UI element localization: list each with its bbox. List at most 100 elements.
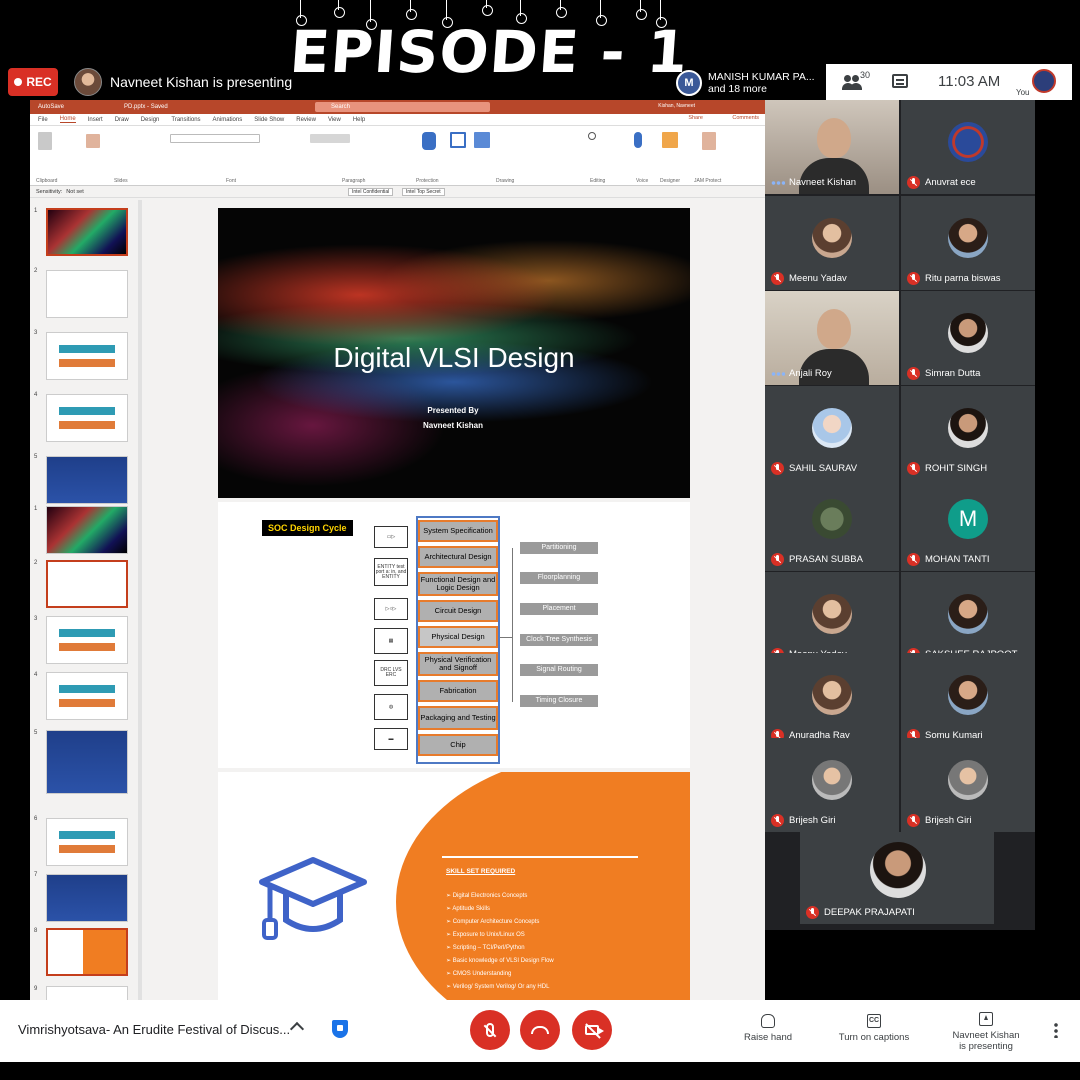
paragraph-icon[interactable] <box>310 134 350 143</box>
rec-label: REC <box>26 75 52 89</box>
ppt-tab[interactable]: View <box>328 117 341 123</box>
chip-package-icon: ▬ <box>374 728 408 750</box>
sensitivity-value[interactable]: Not set <box>66 189 83 195</box>
thumb-number: 5 <box>34 454 38 460</box>
raise-hand-button[interactable]: Raise hand <box>736 1014 800 1043</box>
paste-icon[interactable] <box>38 132 52 150</box>
people-icon[interactable] <box>842 73 862 91</box>
shapes-icon[interactable] <box>450 132 466 148</box>
self-avatar[interactable] <box>1032 69 1056 93</box>
participant-tile[interactable]: DEEPAK PRAJAPATI <box>800 832 994 924</box>
participant-tile[interactable]: Simran Dutta <box>901 291 1035 385</box>
slide-thumbnail[interactable] <box>46 208 128 256</box>
slide-thumbnail[interactable] <box>46 270 128 318</box>
ribbon-group-label: Clipboard <box>36 178 58 184</box>
thumbnail-scrollbar[interactable] <box>138 200 142 1000</box>
sensitivity-tag[interactable]: Intel Confidential <box>348 187 394 196</box>
slide-thumbnail[interactable] <box>46 456 128 504</box>
ppt-tab[interactable]: Review <box>296 117 316 123</box>
more-options-icon[interactable] <box>1054 1022 1058 1038</box>
participant-tile[interactable]: ROHIT SINGH <box>901 386 1035 480</box>
layout-icon: ▦ <box>374 628 408 654</box>
graduation-cap-icon <box>259 857 367 940</box>
slide-thumbnail[interactable] <box>46 818 128 866</box>
slide-thumbnail[interactable] <box>46 560 128 608</box>
captions-button[interactable]: CC Turn on captions <box>832 1014 916 1043</box>
participant-tile[interactable]: SAHIL SAURAV <box>765 386 899 480</box>
participant-tile[interactable]: Brijesh Giri <box>901 738 1035 832</box>
ppt-tab[interactable]: Animations <box>213 117 243 123</box>
ppt-tab-home[interactable]: Home <box>59 116 76 123</box>
participant-tile[interactable]: PRASAN SUBBA <box>765 477 899 571</box>
participant-avatar: M <box>948 499 988 539</box>
slide-thumbnail[interactable] <box>46 874 128 922</box>
protect-presentation-icon[interactable] <box>702 132 716 150</box>
soc-step: Physical Design <box>418 626 498 648</box>
participant-tile[interactable]: Anjali Roy <box>765 291 899 385</box>
participant-tile[interactable]: Brijesh Giri <box>765 738 899 832</box>
participant-tile[interactable]: Anuradha Ray <box>765 653 899 747</box>
slide-soc-design-cycle: SOC Design Cycle System Specification Ar… <box>218 502 690 768</box>
ppt-comments-button[interactable]: Comments <box>732 115 759 121</box>
thumb-number: 2 <box>34 268 38 274</box>
recording-indicator[interactable]: REC <box>8 68 58 96</box>
ppt-tab[interactable]: Slide Show <box>254 117 284 123</box>
new-slide-icon[interactable] <box>86 134 100 148</box>
present-now-button[interactable]: Navneet Kishan is presenting <box>944 1012 1028 1052</box>
participant-tile[interactable]: Meenu Yadav <box>765 572 899 666</box>
slide-thumbnail[interactable] <box>46 928 128 976</box>
camera-toggle-button[interactable] <box>572 1010 612 1050</box>
participant-avatar <box>948 122 988 162</box>
soc-step: Packaging and Testing <box>418 706 498 730</box>
participant-tile[interactable]: Anuvrat ece <box>901 100 1035 194</box>
participant-avatar <box>948 594 988 634</box>
meeting-title[interactable]: Vimrishyotsava- An Erudite Festival of D… <box>18 1022 290 1037</box>
participant-tile[interactable]: Navneet Kishan <box>765 100 899 194</box>
sensitivity-tag[interactable]: Intel Top Secret <box>402 187 445 196</box>
autosave-label[interactable]: AutoSave <box>38 104 64 110</box>
mic-off-icon <box>907 814 920 827</box>
chevron-up-icon[interactable] <box>289 1021 305 1037</box>
font-box-icon[interactable] <box>170 134 260 143</box>
participant-tile[interactable]: SAKSHEE RAJPOOT <box>901 572 1035 666</box>
ppt-tab[interactable]: Design <box>141 117 160 123</box>
participant-tile[interactable]: Ritu parna biswas <box>901 196 1035 290</box>
ribbon-group-label: Protection <box>416 178 439 184</box>
dictate-icon[interactable] <box>634 132 642 148</box>
participant-tile[interactable]: Meenu Yadav <box>765 196 899 290</box>
spec-diagram-icon: ▭▷ <box>374 526 408 548</box>
leave-call-button[interactable] <box>520 1010 560 1050</box>
participant-name: Anuvrat ece <box>925 177 976 188</box>
soc-step: Physical Verification and Signoff <box>418 652 498 676</box>
skill-heading: SKILL SET REQUIRED <box>446 868 516 875</box>
meet-controls-bar: Vimrishyotsava- An Erudite Festival of D… <box>0 1000 1080 1062</box>
arrange-icon[interactable] <box>474 132 490 148</box>
meeting-details-bar: 30 11:03 AM You <box>826 64 1072 100</box>
find-icon[interactable] <box>588 132 596 140</box>
participant-tile[interactable]: Somu Kumari <box>901 653 1035 747</box>
slide-thumbnail[interactable] <box>46 394 128 442</box>
host-controls-shield-icon[interactable] <box>332 1020 348 1038</box>
thumb-number: 4 <box>34 672 38 678</box>
slide-thumbnail[interactable] <box>46 506 128 554</box>
slide-thumbnail[interactable] <box>46 672 128 720</box>
ppt-tab[interactable]: File <box>38 117 48 123</box>
slide-thumbnail[interactable] <box>46 986 128 1000</box>
slide-thumbnail[interactable] <box>46 730 128 794</box>
physical-step: Placement <box>520 603 598 615</box>
ppt-share-button[interactable]: Share <box>688 115 703 121</box>
participants-chip[interactable]: M MANISH KUMAR PA... and 18 more <box>676 66 826 100</box>
ppt-tab[interactable]: Transitions <box>171 117 200 123</box>
chat-icon[interactable] <box>892 74 908 88</box>
mic-toggle-button[interactable] <box>470 1010 510 1050</box>
ppt-search-box[interactable]: Search <box>315 102 490 112</box>
code-snippet-icon: ENTITY test port a: in, and ENTITY <box>374 558 408 586</box>
slide-thumbnail[interactable] <box>46 332 128 380</box>
design-ideas-icon[interactable] <box>662 132 678 148</box>
slide-thumbnail[interactable] <box>46 616 128 664</box>
ppt-tab[interactable]: Insert <box>88 117 103 123</box>
protect-icon[interactable] <box>422 132 436 150</box>
ppt-tab[interactable]: Help <box>353 117 365 123</box>
ppt-tab[interactable]: Draw <box>115 117 129 123</box>
participant-tile[interactable]: M MOHAN TANTI <box>901 477 1035 571</box>
